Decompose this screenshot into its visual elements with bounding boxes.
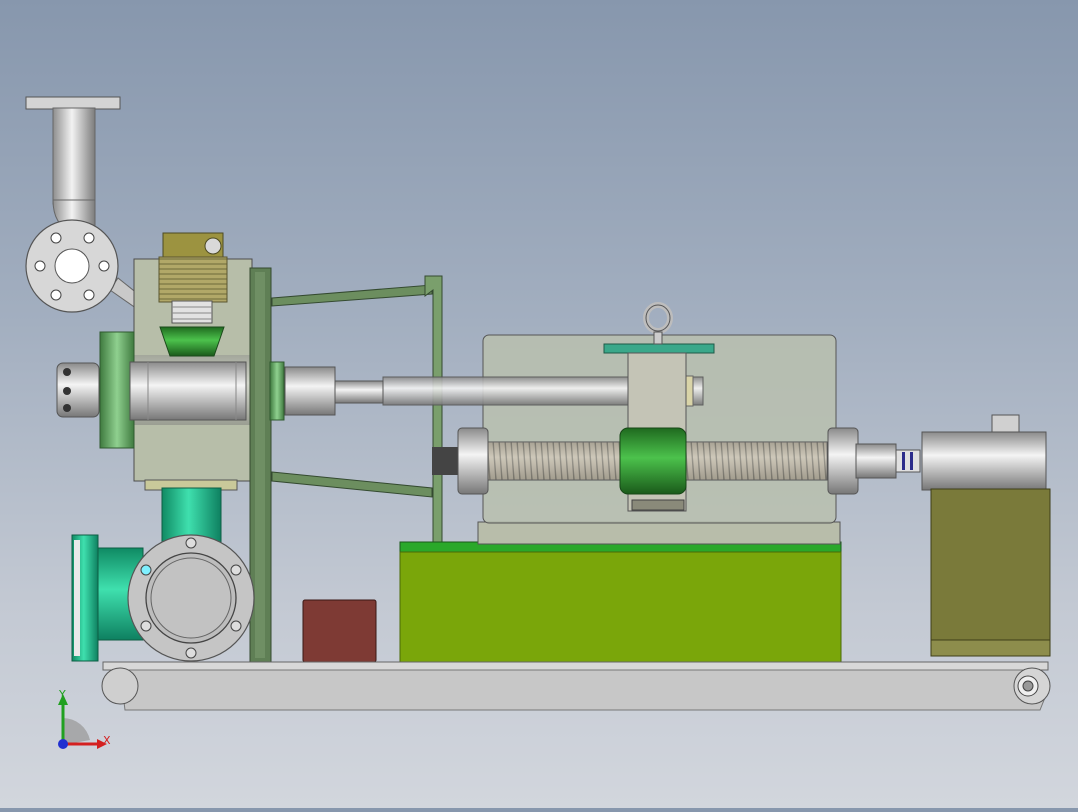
assembly-drawing: Y X <box>25 96 1051 749</box>
drive-motor <box>921 414 1051 657</box>
y-axis-label: Y <box>58 688 66 701</box>
conveyor-belt <box>101 661 1051 711</box>
actuator-head <box>158 232 228 357</box>
z-axis-dot <box>58 739 68 749</box>
x-axis-label: X <box>103 734 111 747</box>
cad-viewport[interactable]: Y X <box>0 0 1078 808</box>
control-box <box>302 599 377 663</box>
pipe-flange-round <box>25 219 119 313</box>
bearing-right <box>827 427 921 495</box>
lower-flange <box>127 534 255 662</box>
axis-triad: Y X <box>58 688 111 749</box>
base-block <box>399 541 842 663</box>
